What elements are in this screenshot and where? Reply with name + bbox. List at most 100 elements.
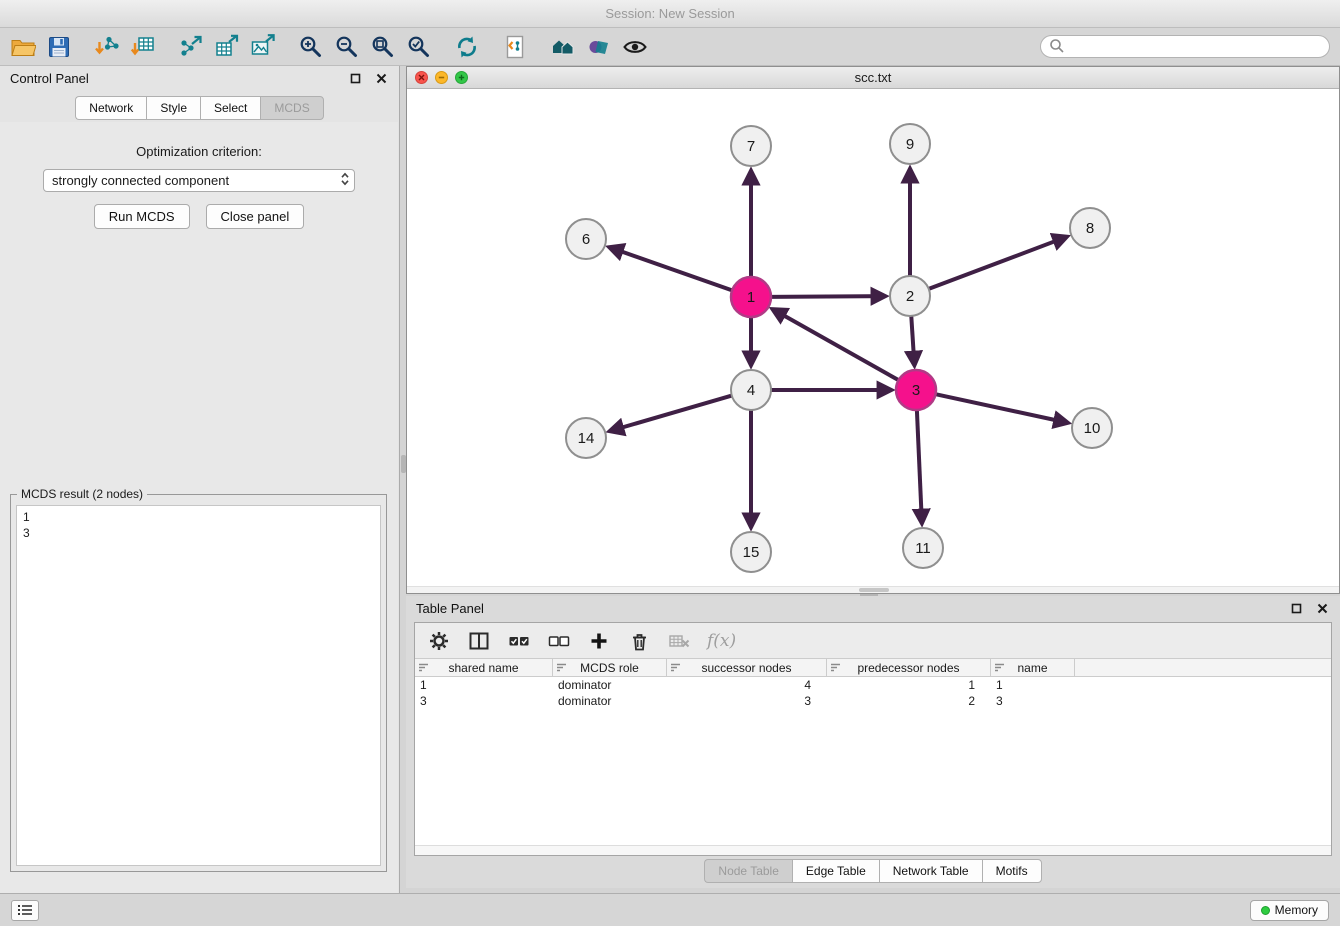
tab-edge-table[interactable]: Edge Table — [792, 859, 879, 883]
mcds-result-item[interactable]: 3 — [23, 525, 374, 541]
select-first-neighbors-icon[interactable] — [502, 34, 528, 60]
add-column-icon[interactable] — [587, 629, 611, 653]
open-session-icon[interactable] — [10, 34, 36, 60]
network-graph[interactable]: 7 9 6 8 1 2 4 3 14 10 15 11 — [407, 89, 1339, 593]
cell-successor-nodes: 4 — [667, 677, 827, 693]
graph-node-9[interactable]: 9 — [890, 124, 930, 164]
import-network-icon[interactable] — [94, 34, 120, 60]
show-hide-details-icon[interactable] — [622, 34, 648, 60]
tab-network[interactable]: Network — [75, 96, 146, 120]
column-header-successor-nodes[interactable]: successor nodes — [667, 659, 827, 676]
graph-node-label: 15 — [743, 544, 760, 561]
function-builder-icon[interactable]: f(x) — [707, 631, 736, 651]
tab-select[interactable]: Select — [200, 96, 260, 120]
export-table-icon[interactable] — [214, 34, 240, 60]
zoom-fit-icon[interactable] — [370, 34, 396, 60]
gear-icon[interactable] — [427, 629, 451, 653]
graph-node-2[interactable]: 2 — [890, 276, 930, 316]
graph-node-label: 8 — [1086, 220, 1094, 237]
toolbar-search[interactable] — [1040, 35, 1330, 58]
task-history-button[interactable] — [11, 900, 39, 921]
graph-edge-2-8[interactable] — [929, 237, 1066, 289]
memory-button[interactable]: Memory — [1250, 900, 1329, 921]
column-header-name[interactable]: name — [991, 659, 1075, 676]
zoom-window-icon[interactable] — [455, 71, 468, 84]
delete-table-icon[interactable] — [667, 629, 691, 653]
graph-node-10[interactable]: 10 — [1072, 408, 1112, 448]
home-icon[interactable] — [550, 34, 576, 60]
close-window-icon[interactable] — [415, 71, 428, 84]
network-hscrollbar[interactable] — [407, 586, 1339, 593]
tab-style[interactable]: Style — [146, 96, 200, 120]
cell-MCDS-role: dominator — [553, 677, 667, 693]
close-panel-icon[interactable] — [373, 71, 389, 87]
import-table-icon[interactable] — [130, 34, 156, 60]
columns-icon[interactable] — [467, 629, 491, 653]
run-mcds-button[interactable]: Run MCDS — [94, 204, 190, 229]
float-panel-icon[interactable] — [347, 71, 363, 87]
export-image-icon[interactable] — [250, 34, 276, 60]
sort-icon[interactable] — [556, 662, 567, 673]
mcds-result-list[interactable]: 13 — [16, 505, 381, 866]
float-table-panel-icon[interactable] — [1288, 601, 1304, 617]
sort-icon[interactable] — [418, 662, 429, 673]
export-group — [178, 34, 276, 60]
network-hscroll-thumb[interactable] — [859, 588, 889, 592]
zoom-selected-icon[interactable] — [406, 34, 432, 60]
graph-node-label: 10 — [1084, 420, 1101, 437]
graph-edge-4-14[interactable] — [611, 396, 732, 431]
column-header-MCDS-role[interactable]: MCDS role — [553, 659, 667, 676]
column-header-shared-name[interactable]: shared name — [415, 659, 553, 676]
export-network-icon[interactable] — [178, 34, 204, 60]
delete-column-icon[interactable] — [627, 629, 651, 653]
sort-icon[interactable] — [830, 662, 841, 673]
graph-node-15[interactable]: 15 — [731, 532, 771, 572]
save-session-icon[interactable] — [46, 34, 72, 60]
mcds-result-item[interactable]: 1 — [23, 509, 374, 525]
zoom-out-icon[interactable] — [334, 34, 360, 60]
graph-node-3[interactable]: 3 — [896, 370, 936, 410]
graph-edge-1-2[interactable] — [771, 296, 884, 297]
sort-icon[interactable] — [670, 662, 681, 673]
criterion-select[interactable]: strongly connected component — [43, 169, 355, 192]
tab-network-table[interactable]: Network Table — [879, 859, 982, 883]
apply-layout-icon[interactable] — [454, 34, 480, 60]
graph-edge-3-1[interactable] — [774, 310, 899, 380]
node-table-container: f(x) shared nameMCDS rolesuccessor nodes… — [414, 622, 1332, 856]
cell-MCDS-role: dominator — [553, 693, 667, 709]
select-all-icon[interactable] — [507, 629, 531, 653]
table-row[interactable]: 1dominator411 — [415, 677, 1331, 693]
table-panel-header: Table Panel — [406, 596, 1340, 621]
minimize-window-icon[interactable] — [435, 71, 448, 84]
unselect-all-icon[interactable] — [547, 629, 571, 653]
sort-icon[interactable] — [994, 662, 1005, 673]
style-icon[interactable] — [586, 34, 612, 60]
cell-predecessor-nodes: 2 — [827, 693, 991, 709]
column-header-predecessor-nodes[interactable]: predecessor nodes — [827, 659, 991, 676]
graph-node-8[interactable]: 8 — [1070, 208, 1110, 248]
table-row[interactable]: 3dominator323 — [415, 693, 1331, 709]
tab-motifs[interactable]: Motifs — [982, 859, 1042, 883]
zoom-in-icon[interactable] — [298, 34, 324, 60]
graph-node-7[interactable]: 7 — [731, 126, 771, 166]
tab-node-table[interactable]: Node Table — [704, 859, 792, 883]
graph-node-11[interactable]: 11 — [903, 528, 943, 568]
graph-edge-3-11[interactable] — [917, 410, 922, 522]
graph-node-14[interactable]: 14 — [566, 418, 606, 458]
graph-node-6[interactable]: 6 — [566, 219, 606, 259]
graph-edge-2-3[interactable] — [911, 316, 914, 364]
table-hscrollbar[interactable] — [415, 845, 1331, 855]
graph-node-label: 3 — [912, 382, 920, 399]
network-window-titlebar[interactable]: scc.txt — [407, 67, 1339, 89]
graph-node-4[interactable]: 4 — [731, 370, 771, 410]
session-group — [10, 34, 72, 60]
network-canvas[interactable]: 7 9 6 8 1 2 4 3 14 10 15 11 — [407, 89, 1339, 593]
tab-mcds[interactable]: MCDS — [260, 96, 323, 120]
graph-edge-1-6[interactable] — [611, 248, 733, 291]
close-panel-button[interactable]: Close panel — [206, 204, 305, 229]
graph-edge-3-10[interactable] — [936, 394, 1067, 422]
graph-node-1[interactable]: 1 — [731, 277, 771, 317]
graph-node-label: 14 — [578, 430, 595, 447]
search-input[interactable] — [1069, 40, 1321, 54]
close-table-panel-icon[interactable] — [1314, 601, 1330, 617]
